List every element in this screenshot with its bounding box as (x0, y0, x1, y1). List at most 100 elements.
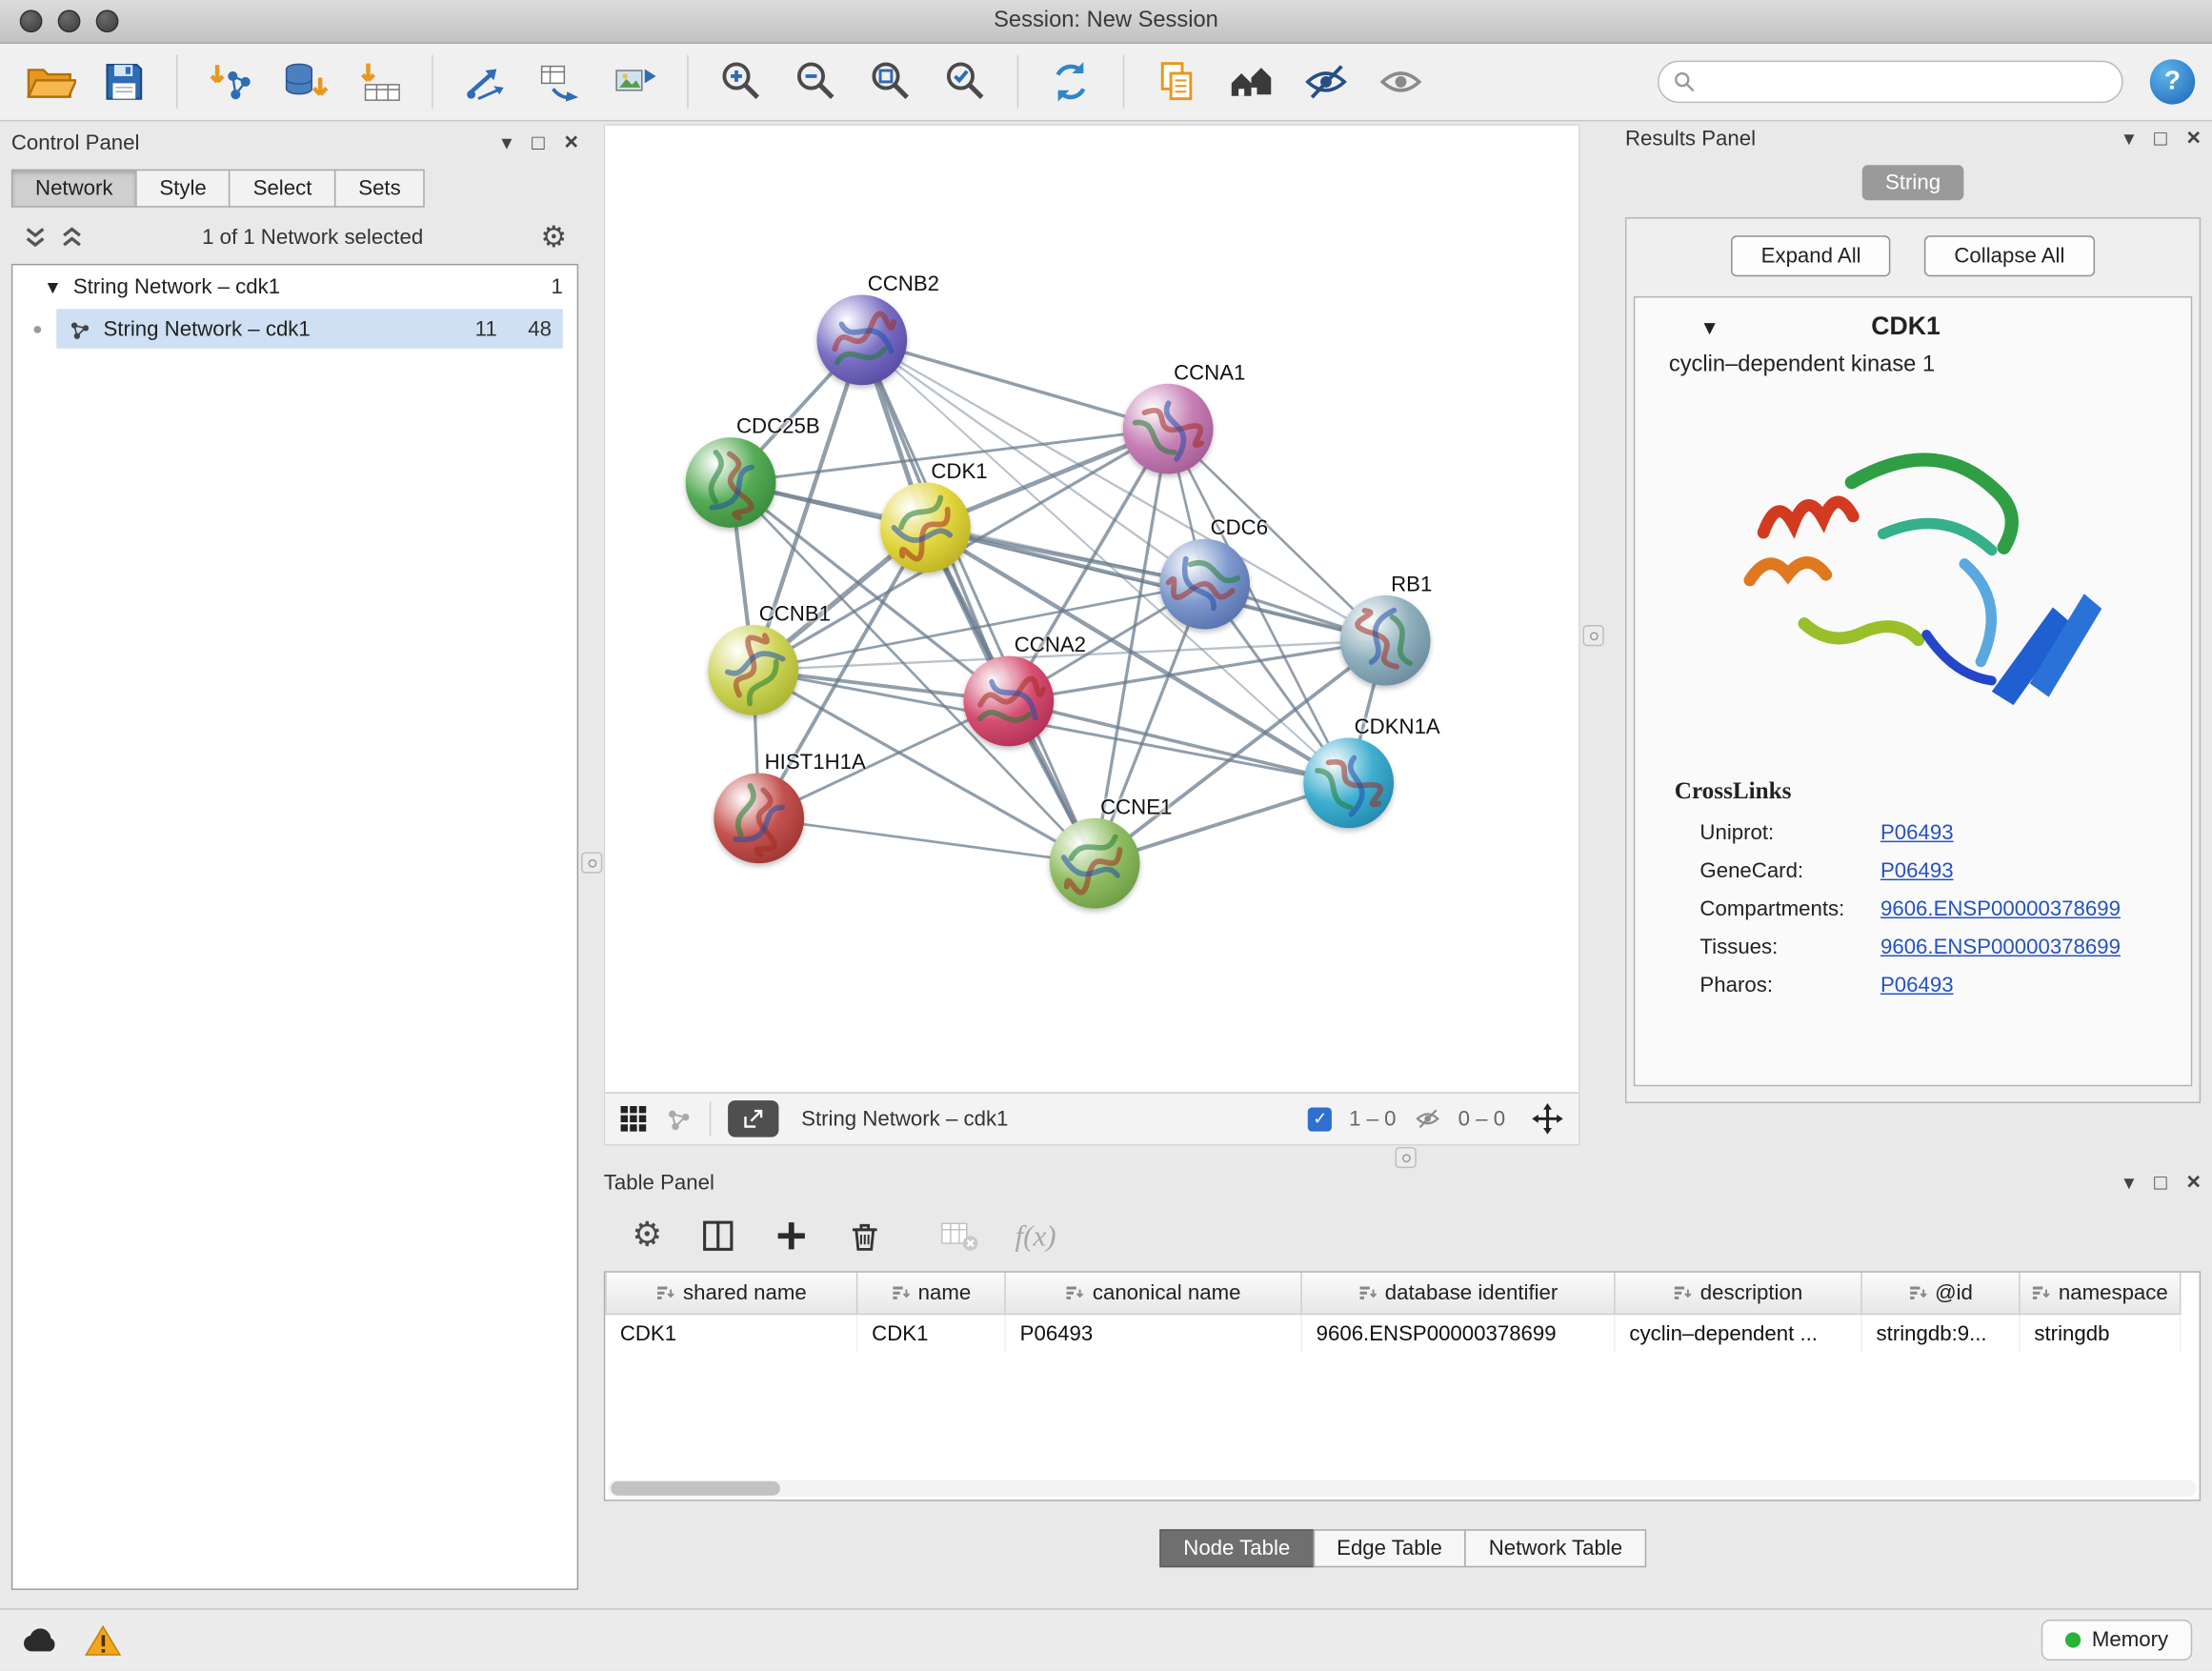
table-cell[interactable]: CDK1 (606, 1314, 857, 1353)
left-splitter-handle[interactable] (581, 852, 602, 873)
search-field[interactable] (1658, 61, 2123, 103)
table-cell[interactable]: 9606.ENSP00000378699 (1301, 1314, 1615, 1353)
tab-style[interactable]: Style (135, 170, 231, 208)
panel-menu-icon[interactable]: ▾ (2123, 1170, 2134, 1196)
add-column-icon[interactable] (773, 1218, 810, 1255)
memory-button[interactable]: Memory (2041, 1620, 2193, 1661)
delete-column-icon[interactable] (846, 1218, 883, 1255)
import-network-from-database-button[interactable] (272, 50, 337, 112)
tab-select[interactable]: Select (229, 170, 335, 208)
zoom-in-button[interactable] (708, 50, 773, 112)
tab-sets[interactable]: Sets (334, 170, 425, 208)
table-settings-gear-icon[interactable]: ⚙ (632, 1218, 662, 1253)
panel-menu-icon[interactable]: ▾ (501, 130, 512, 155)
right-splitter-handle[interactable] (1583, 625, 1604, 646)
network-node-CDKN1A[interactable] (1303, 737, 1394, 828)
network-node-CCNE1[interactable] (1050, 818, 1140, 909)
share-view-icon[interactable] (664, 1105, 693, 1134)
crosslink-link[interactable]: P06493 (1880, 974, 1954, 997)
show-columns-icon[interactable] (699, 1218, 736, 1255)
show-all-button[interactable] (1368, 50, 1433, 112)
network-node-CDC25B[interactable] (686, 437, 776, 528)
hide-selected-button[interactable] (1294, 50, 1358, 112)
panel-close-icon[interactable]: × (2186, 124, 2201, 152)
tab-network-table[interactable]: Network Table (1465, 1529, 1647, 1567)
column-header-name[interactable]: name (857, 1273, 1005, 1315)
tab-string[interactable]: String (1862, 165, 1962, 200)
help-button[interactable]: ? (2150, 59, 2195, 104)
column-header-namespace[interactable]: namespace (2020, 1273, 2181, 1315)
panel-float-icon[interactable]: □ (2154, 127, 2166, 151)
table-cell[interactable]: P06493 (1005, 1314, 1301, 1353)
column-header-@id[interactable]: @id (1861, 1273, 2020, 1315)
panel-menu-icon[interactable]: ▾ (2123, 126, 2134, 151)
table-row[interactable]: CDK1CDK1P064939606.ENSP00000378699cyclin… (606, 1314, 2181, 1353)
panel-close-icon[interactable]: × (564, 129, 578, 157)
panel-float-icon[interactable]: □ (2154, 1170, 2166, 1194)
zoom-selected-button[interactable] (933, 50, 997, 112)
cloud-icon[interactable] (20, 1624, 62, 1656)
network-node-CCNA2[interactable] (963, 656, 1054, 747)
network-canvas[interactable]: CCNB2CCNA1CDC25BCDK1CDC6RB1CCNB1CCNA2CDK… (605, 126, 1579, 1092)
panel-close-icon[interactable]: × (2186, 1168, 2201, 1197)
selected-checkbox-icon[interactable]: ✓ (1308, 1107, 1332, 1131)
column-header-shared-name[interactable]: shared name (606, 1273, 857, 1315)
new-network-button[interactable] (452, 50, 517, 112)
expand-all-icon[interactable] (59, 224, 85, 250)
table-cell[interactable]: stringdb (2020, 1314, 2181, 1353)
network-row-selected[interactable]: ● String Network – cdk1 11 48 (12, 308, 576, 350)
network-from-table-button[interactable] (528, 50, 593, 112)
pan-crosshair-icon[interactable] (1531, 1102, 1565, 1137)
detach-view-button[interactable] (728, 1100, 778, 1137)
import-table-button[interactable] (347, 50, 412, 112)
network-node-CCNB2[interactable] (816, 294, 907, 385)
grid-view-icon[interactable] (619, 1105, 648, 1134)
zoom-fit-button[interactable] (857, 50, 922, 112)
import-network-button[interactable] (197, 50, 262, 112)
save-session-button[interactable] (91, 50, 156, 112)
scrollbar-thumb[interactable] (611, 1481, 780, 1496)
column-header-description[interactable]: description (1615, 1273, 1861, 1315)
horizontal-scrollbar[interactable] (608, 1480, 2196, 1497)
crosslink-link[interactable]: P06493 (1880, 821, 1954, 845)
panel-float-icon[interactable]: □ (532, 131, 544, 154)
gene-header[interactable]: ▼ CDK1 (1635, 297, 2190, 347)
network-node-CCNA1[interactable] (1123, 384, 1214, 474)
column-header-database-identifier[interactable]: database identifier (1301, 1273, 1615, 1315)
status-bar: Memory (0, 1608, 2212, 1670)
bottom-splitter-handle[interactable] (1396, 1147, 1417, 1168)
warning-icon[interactable] (85, 1623, 122, 1658)
tab-network[interactable]: Network (11, 170, 137, 208)
sort-column-icon (2032, 1284, 2050, 1301)
collapse-all-icon[interactable] (23, 224, 49, 250)
tab-edge-table[interactable]: Edge Table (1313, 1529, 1466, 1567)
table-cell[interactable]: CDK1 (857, 1314, 1005, 1353)
zoom-out-button[interactable] (783, 50, 848, 112)
network-collection-row[interactable]: ▼ String Network – cdk1 1 (12, 265, 576, 307)
node-label: CCNB1 (759, 602, 831, 626)
clone-network-button[interactable] (1144, 50, 1209, 112)
apply-layout-button[interactable] (1038, 50, 1103, 112)
expand-all-button[interactable]: Expand All (1732, 235, 1891, 276)
table-cell[interactable]: stringdb:9... (1861, 1314, 2020, 1353)
crosslink-link[interactable]: 9606.ENSP00000378699 (1880, 936, 2121, 959)
search-input[interactable] (1704, 70, 2108, 95)
open-session-button[interactable] (17, 50, 82, 112)
crosslink-link[interactable]: P06493 (1880, 859, 1954, 883)
network-node-CCNB1[interactable] (708, 625, 798, 715)
first-neighbors-button[interactable] (1218, 50, 1283, 112)
network-node-RB1[interactable] (1340, 595, 1431, 686)
network-tools-icon (460, 56, 511, 107)
table-cell[interactable]: cyclin–dependent ... (1615, 1314, 1861, 1353)
network-node-HIST1H1A[interactable] (714, 774, 804, 864)
tab-node-table[interactable]: Node Table (1159, 1529, 1314, 1567)
collapse-all-button[interactable]: Collapse All (1924, 235, 2094, 276)
export-image-button[interactable] (602, 50, 667, 112)
gear-icon[interactable]: ⚙ (540, 222, 567, 252)
disclosure-triangle-icon[interactable]: ▼ (1699, 315, 1719, 338)
network-node-CDK1[interactable] (880, 482, 971, 573)
network-node-CDC6[interactable] (1159, 539, 1250, 630)
disclosure-triangle-icon[interactable]: ▼ (44, 276, 62, 297)
crosslink-link[interactable]: 9606.ENSP00000378699 (1880, 897, 2121, 921)
column-header-canonical-name[interactable]: canonical name (1005, 1273, 1301, 1315)
